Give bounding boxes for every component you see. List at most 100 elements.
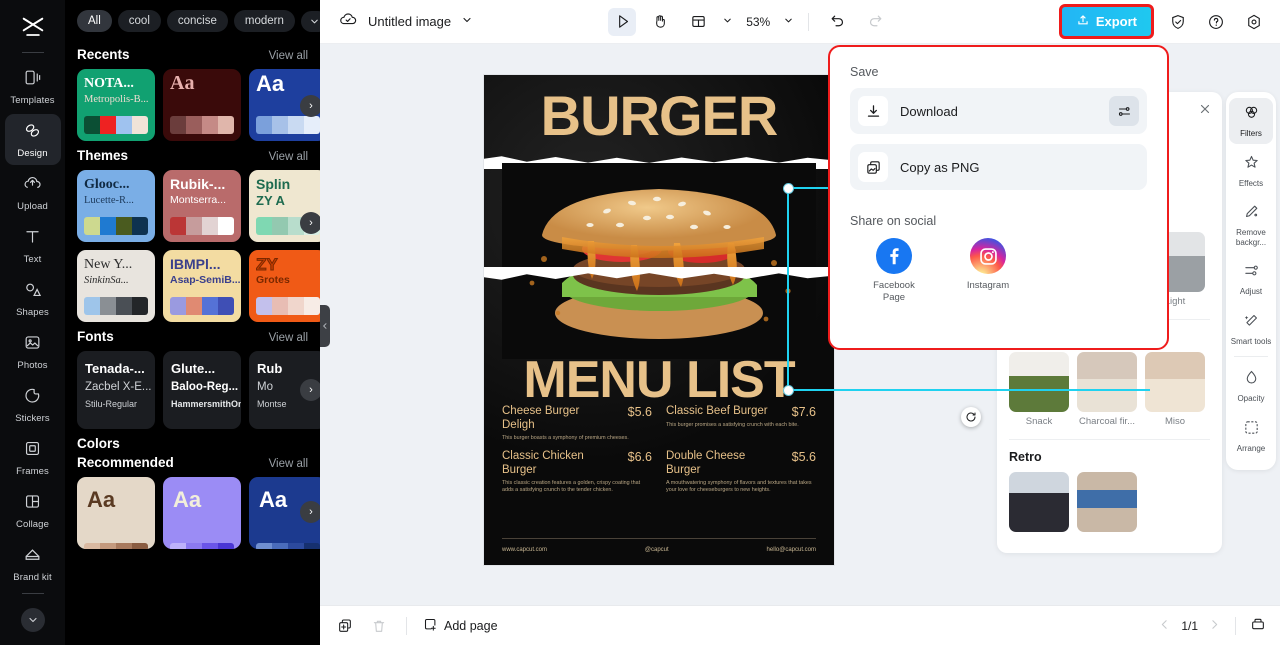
right-rail-item-arrange[interactable]: Arrange <box>1229 413 1273 459</box>
colors-next-button[interactable]: › <box>300 501 320 523</box>
trash-icon[interactable] <box>368 615 390 637</box>
sidebar-item-templates[interactable]: Templates <box>5 61 61 112</box>
view-all-colors[interactable]: View all <box>269 458 308 470</box>
filter-chip-modern[interactable]: modern <box>234 10 295 32</box>
view-all-fonts[interactable]: View all <box>269 332 308 344</box>
tile-swatches <box>256 543 320 549</box>
tile-line1: IBMPl... <box>170 257 234 272</box>
select-tool-button[interactable] <box>608 8 636 36</box>
sidebar-item-photos[interactable]: Photos <box>5 326 61 377</box>
sidebar-item-upload[interactable]: Upload <box>5 167 61 218</box>
sidebar-item-design[interactable]: Design <box>5 114 61 165</box>
chevron-right-icon[interactable] <box>1208 618 1221 634</box>
view-all-themes[interactable]: View all <box>269 151 308 163</box>
themes-tile-row-1: Glooc... Lucette-R... Rubik-... Montserr… <box>65 170 320 242</box>
selection-handle-top-left[interactable] <box>783 183 794 194</box>
chevron-left-icon[interactable] <box>1158 618 1171 634</box>
sidebar-item-shapes[interactable]: Shapes <box>5 273 61 324</box>
right-rail-item-adjust[interactable]: Adjust <box>1229 256 1273 302</box>
help-icon[interactable] <box>1202 8 1230 36</box>
layout-tool-button[interactable] <box>684 8 712 36</box>
duplicate-page-button[interactable] <box>334 615 356 637</box>
shapes-icon <box>23 280 42 304</box>
filter-label: Snack <box>1009 416 1069 427</box>
selection-edge-left[interactable] <box>787 187 789 391</box>
export-popover: Save Download Copy as PNG <box>828 45 1169 350</box>
hand-tool-button[interactable] <box>646 8 674 36</box>
sidebar-item-brand-kit[interactable]: Brand kit <box>5 538 61 589</box>
sidebar-item-text[interactable]: Text <box>5 220 61 271</box>
tile-line1: Glooc... <box>84 177 148 192</box>
settings-icon[interactable] <box>1240 8 1268 36</box>
view-all-recents[interactable]: View all <box>269 50 308 62</box>
section-title: Fonts <box>77 329 114 344</box>
recents-tile[interactable]: NOTA... Metropolis-B... <box>77 69 155 141</box>
layout-chevron-down-icon[interactable] <box>722 13 733 31</box>
theme-tile[interactable]: ZY Grotes <box>249 250 320 322</box>
filter-chip-all[interactable]: All <box>77 10 112 32</box>
filter-chips-expand-button[interactable] <box>301 11 320 32</box>
themes-next-button[interactable]: › <box>300 212 320 234</box>
theme-tile[interactable]: IBMPl... Asap-SemiB... <box>163 250 241 322</box>
color-tile[interactable]: Aa <box>163 477 241 549</box>
right-rail-item-filters[interactable]: Filters <box>1229 98 1273 144</box>
selection-handle-bottom-left[interactable] <box>783 385 794 396</box>
add-page-icon <box>423 617 438 635</box>
fonts-next-button[interactable]: › <box>300 379 320 401</box>
rotate-icon[interactable] <box>961 407 981 427</box>
filter-chip-concise[interactable]: concise <box>167 10 228 32</box>
app-root: Templates Design Upload <box>0 0 1280 645</box>
export-button[interactable]: Export <box>1059 4 1154 39</box>
theme-tile[interactable]: Glooc... Lucette-R... <box>77 170 155 242</box>
sidebar-item-frames[interactable]: Frames <box>5 432 61 483</box>
export-upload-icon <box>1076 13 1090 30</box>
poster-canvas[interactable]: BURGER <box>484 75 834 565</box>
capcut-logo-icon[interactable] <box>13 8 53 48</box>
pages-grid-icon[interactable] <box>1250 616 1266 635</box>
right-rail-item-smart-tools[interactable]: Smart tools <box>1229 306 1273 352</box>
filter-cell[interactable]: Miso <box>1145 352 1205 427</box>
arrange-icon <box>1243 419 1260 441</box>
filter-cell[interactable] <box>1009 472 1069 532</box>
tile-line1: ZY <box>256 257 320 272</box>
share-facebook-button[interactable]: Facebook Page <box>862 238 926 304</box>
document-title[interactable]: Untitled image <box>368 14 451 29</box>
undo-button[interactable] <box>823 8 851 36</box>
poster-title-top: BURGER <box>484 87 834 145</box>
color-tile[interactable]: Aa <box>77 477 155 549</box>
selection-edge-bottom[interactable] <box>787 389 1150 391</box>
section-title: Themes <box>77 148 128 163</box>
font-tile[interactable]: Tenada-... Zacbel X-E... Stilu-Regular <box>77 351 155 429</box>
settings-sliders-icon[interactable] <box>1109 96 1139 126</box>
brand-kit-icon <box>23 545 42 569</box>
shield-icon[interactable] <box>1164 8 1192 36</box>
rail-expand-button[interactable] <box>21 608 45 632</box>
download-menu-item[interactable]: Download <box>850 88 1147 134</box>
left-panel-collapse-handle[interactable] <box>320 305 330 347</box>
right-rail-item-effects[interactable]: Effects <box>1229 148 1273 194</box>
right-rail-item-remove-background[interactable]: Remove backgr... <box>1229 197 1273 252</box>
theme-tile[interactable]: New Y... SinkinSa... <box>77 250 155 322</box>
redo-button[interactable] <box>861 8 889 36</box>
recents-tile[interactable]: Aa <box>163 69 241 141</box>
close-icon[interactable] <box>1198 102 1212 121</box>
right-rail-item-opacity[interactable]: Opacity <box>1229 363 1273 409</box>
add-page-button[interactable]: Add page <box>423 617 498 635</box>
filter-chip-cool[interactable]: cool <box>118 10 161 32</box>
sidebar-item-stickers[interactable]: Stickers <box>5 379 61 430</box>
sidebar-item-collage[interactable]: Collage <box>5 485 61 536</box>
recents-next-button[interactable]: › <box>300 95 320 117</box>
copy-as-png-menu-item[interactable]: Copy as PNG <box>850 144 1147 190</box>
section-title: Colors <box>77 436 120 451</box>
filter-cell[interactable] <box>1077 472 1137 532</box>
font-tile[interactable]: Glute... Baloo-Reg... HammersmithOn... <box>163 351 241 429</box>
zoom-chevron-down-icon[interactable] <box>783 13 794 31</box>
zoom-level[interactable]: 53% <box>743 15 773 29</box>
burger-photo <box>502 163 816 359</box>
chevron-down-icon[interactable] <box>461 13 473 31</box>
theme-tile[interactable]: Rubik-... Montserra... <box>163 170 241 242</box>
filter-thumbnail <box>1145 352 1205 412</box>
menu-item: Classic Chicken Burger $6.6 This classic… <box>502 450 652 494</box>
instagram-label: Instagram <box>967 280 1009 292</box>
share-instagram-button[interactable]: Instagram <box>956 238 1020 304</box>
